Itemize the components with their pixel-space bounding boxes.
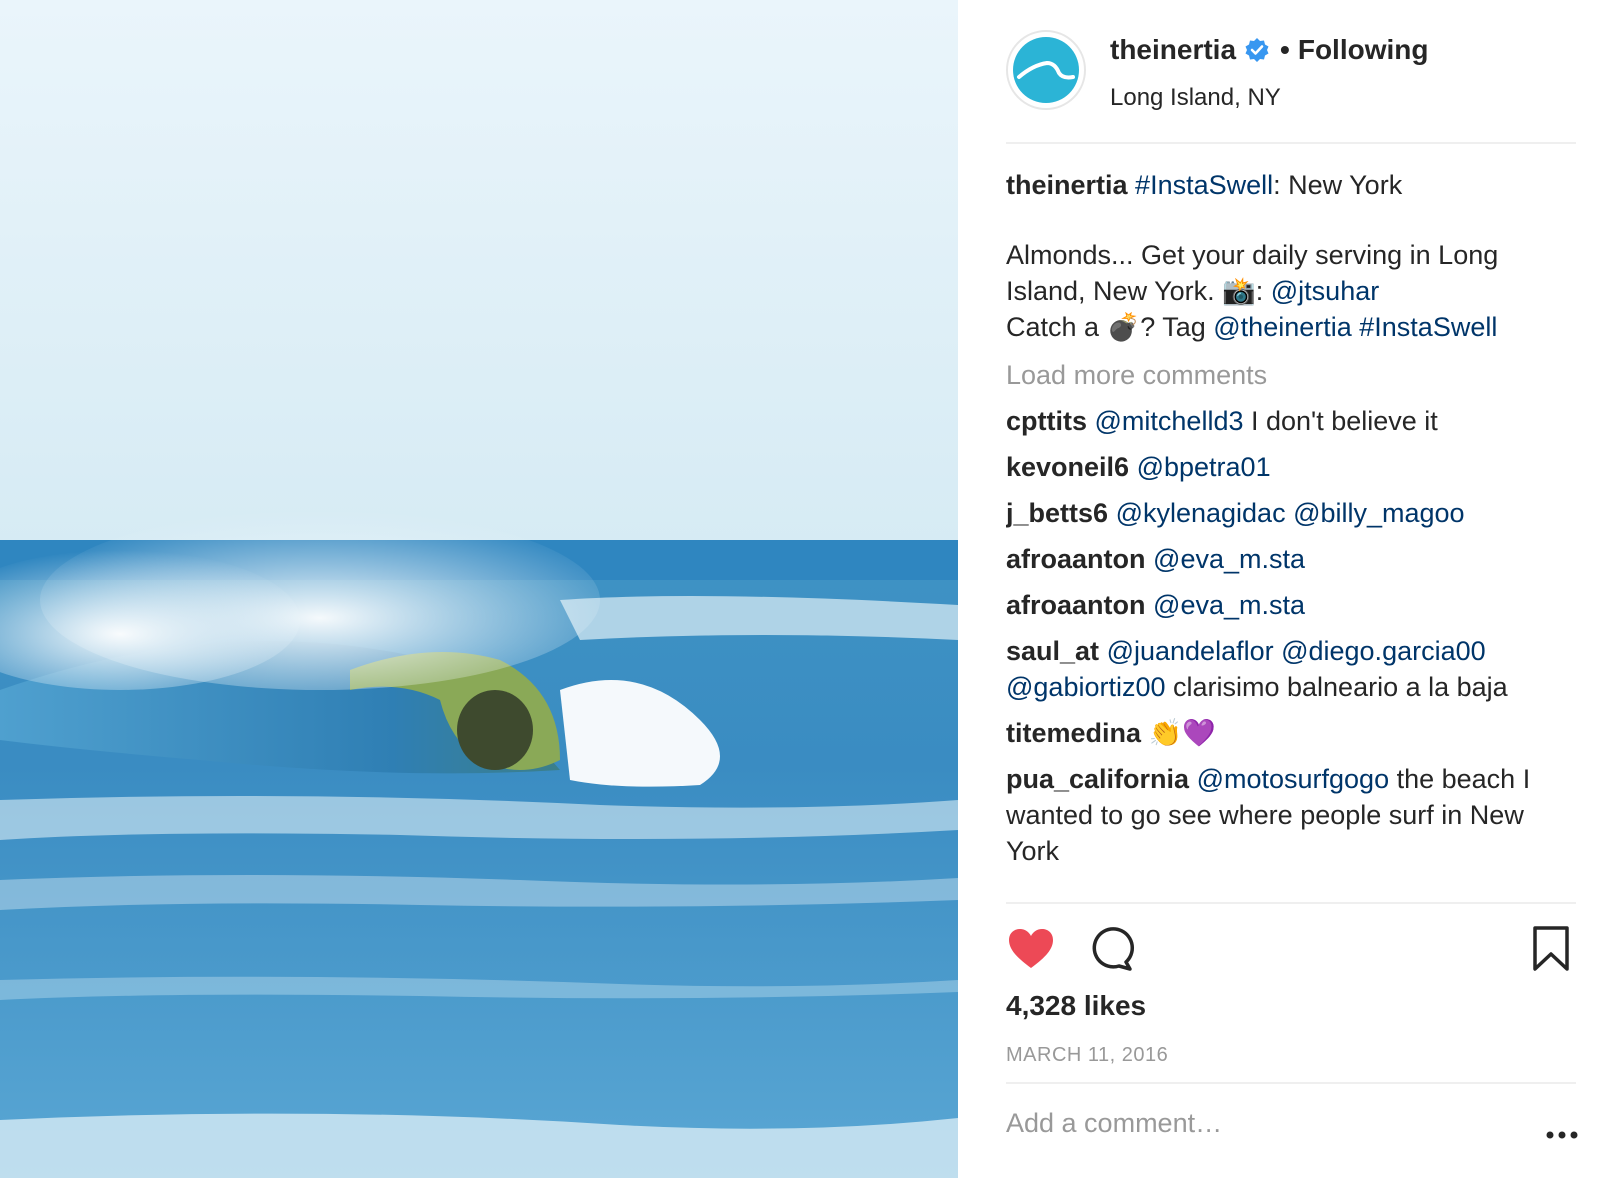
caption-tag-mention[interactable]: @theinertia [1213, 312, 1351, 342]
comment-username[interactable]: afroaanton [1006, 590, 1146, 620]
caption-line2-a: Catch a [1006, 312, 1107, 342]
caption-title: theinertia #InstaSwell: New York [1006, 167, 1576, 203]
verified-badge-icon [1244, 37, 1270, 63]
comment-item: j_betts6 @kylenagidac @billy_magoo [1006, 495, 1576, 531]
save-button[interactable] [1526, 924, 1576, 974]
comment-username[interactable]: kevoneil6 [1006, 452, 1129, 482]
comment-item: afroaanton @eva_m.sta [1006, 587, 1576, 623]
comment-item: afroaanton @eva_m.sta [1006, 541, 1576, 577]
like-button[interactable] [1006, 924, 1056, 974]
likes-count[interactable]: 4,328 likes [1006, 990, 1146, 1022]
comment-mentions[interactable]: @eva_m.sta [1153, 544, 1305, 574]
post-date: MARCH 11, 2016 [1006, 1044, 1169, 1066]
comment-username[interactable]: titemedina [1006, 718, 1141, 748]
comment-mentions[interactable]: @kylenagidac @billy_magoo [1116, 498, 1465, 528]
comment-item: pua_california @motosurfgogo the beach I… [1006, 761, 1576, 869]
comments-list: theinertia #InstaSwell: New York Almonds… [1006, 160, 1576, 895]
header-user-row: theinertia • Following [1110, 34, 1428, 66]
comment-mentions[interactable]: @bpetra01 [1137, 452, 1271, 482]
comment-text: 👏💜 [1148, 718, 1216, 748]
post-header: theinertia • Following Long Island, NY [1006, 24, 1576, 144]
comment-item: titemedina 👏💜 [1006, 715, 1576, 751]
bomb-emoji-icon: 💣 [1106, 312, 1141, 342]
heart-icon [1009, 929, 1053, 968]
comment-item: cpttits @mitchelld3 I don't believe it [1006, 403, 1576, 439]
post-photo[interactable] [0, 0, 958, 1178]
comment-item: kevoneil6 @bpetra01 [1006, 449, 1576, 485]
caption-credit-mention[interactable]: @jtsuhar [1271, 276, 1379, 306]
following-button[interactable]: Following [1298, 34, 1429, 66]
comment-username[interactable]: cpttits [1006, 406, 1087, 436]
caption-title-text: : New York [1273, 170, 1403, 200]
more-options-button[interactable] [1544, 1128, 1580, 1140]
post-author-username[interactable]: theinertia [1110, 34, 1236, 66]
post-location[interactable]: Long Island, NY [1110, 84, 1281, 112]
comment-item: saul_at @juandelaflor @diego.garcia00 @g… [1006, 633, 1576, 705]
comment-username[interactable]: afroaanton [1006, 544, 1146, 574]
ocean-wave-photo [0, 0, 958, 1178]
comment-username[interactable]: pua_california [1006, 764, 1189, 794]
comment-mentions[interactable]: @motosurfgogo [1197, 764, 1390, 794]
avatar[interactable] [1006, 30, 1086, 110]
comment-username[interactable]: saul_at [1006, 636, 1099, 666]
camera-emoji-icon: 📸 [1222, 276, 1256, 306]
inertia-logo-icon [1013, 37, 1079, 103]
load-more-comments-button[interactable]: Load more comments [1006, 357, 1576, 393]
bookmark-icon [1533, 926, 1569, 971]
caption-line2-b: ? Tag [1140, 312, 1214, 342]
caption-hashtag[interactable]: #InstaSwell [1135, 170, 1273, 200]
comment-button[interactable] [1086, 924, 1136, 974]
comment-mentions[interactable]: @mitchelld3 [1095, 406, 1244, 436]
comment-text: I don't believe it [1243, 406, 1438, 436]
caption-colon: : [1255, 276, 1271, 306]
caption-body: Almonds... Get your daily serving in Lon… [1006, 237, 1576, 345]
header-separator: • [1280, 34, 1290, 65]
comment-mentions[interactable]: @eva_m.sta [1153, 590, 1305, 620]
comment-text: clarisimo balneario a la baja [1165, 672, 1508, 702]
post-sidebar: theinertia • Following Long Island, NY t… [958, 0, 1620, 1178]
add-comment-input[interactable] [1006, 1108, 1506, 1139]
caption-tag-hashtag[interactable]: #InstaSwell [1359, 312, 1497, 342]
comment-bubble-icon [1092, 927, 1134, 971]
comment-username[interactable]: j_betts6 [1006, 498, 1108, 528]
post-actions: 4,328 likes MARCH 11, 2016 [1006, 902, 1576, 1084]
caption-username[interactable]: theinertia [1006, 170, 1128, 200]
ellipsis-icon [1546, 1131, 1578, 1139]
